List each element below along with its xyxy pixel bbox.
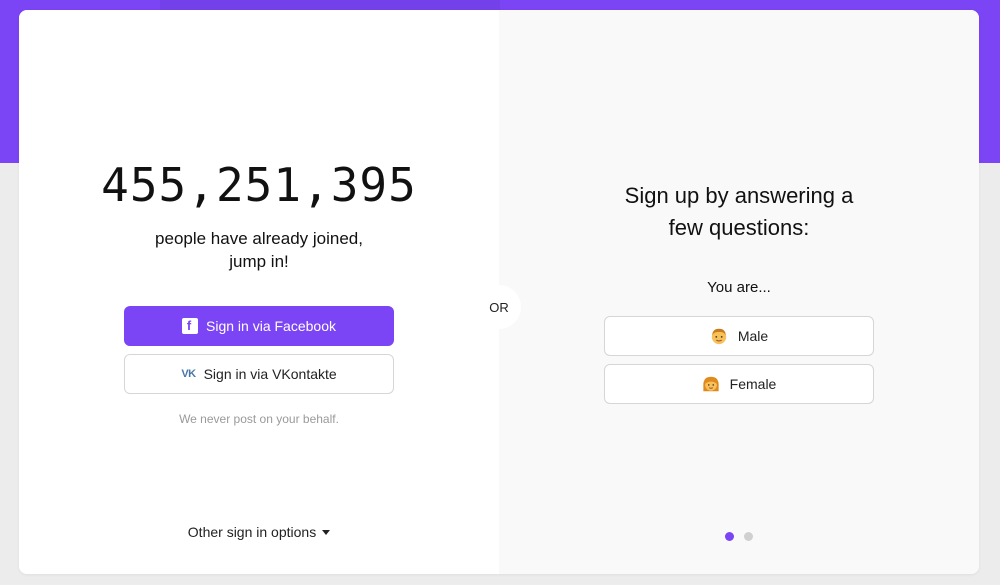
user-counter: 455,251,395 xyxy=(101,158,417,212)
male-option-label: Male xyxy=(737,328,769,344)
joined-text: people have already joined, jump in! xyxy=(19,227,499,273)
signup-title-line-2: few questions: xyxy=(668,215,810,240)
header-strip xyxy=(160,0,500,10)
man-emoji-icon xyxy=(711,328,727,345)
other-signin-options-label: Other sign in options xyxy=(187,524,317,540)
female-option-button[interactable]: Female xyxy=(604,364,874,404)
vkontakte-signin-button[interactable]: VK Sign in via VKontakte xyxy=(124,354,394,394)
vk-icon: VK xyxy=(181,368,196,380)
woman-emoji-icon xyxy=(702,376,719,392)
pagination-dots xyxy=(499,532,979,541)
male-option-button[interactable]: Male xyxy=(604,316,874,356)
pagination-dot-2[interactable] xyxy=(744,532,753,541)
gender-question: You are... xyxy=(707,279,771,296)
pagination-dot-1[interactable] xyxy=(725,532,734,541)
social-signin-panel: 455,251,395 people have already joined, … xyxy=(19,10,499,574)
questionnaire-panel: Sign up by answering a few questions: Yo… xyxy=(499,10,979,574)
signup-title-line-1: Sign up by answering a xyxy=(624,183,854,208)
caret-down-icon xyxy=(322,529,331,535)
female-option-label: Female xyxy=(729,376,777,392)
privacy-note: We never post on your behalf. xyxy=(179,412,339,426)
joined-line-1: people have already joined, xyxy=(155,229,363,248)
other-signin-options-toggle[interactable]: Other sign in options xyxy=(19,524,499,540)
facebook-signin-label: Sign in via Facebook xyxy=(206,318,336,334)
joined-line-2: jump in! xyxy=(229,252,289,271)
facebook-signin-button[interactable]: f Sign in via Facebook xyxy=(124,306,394,346)
signup-title: Sign up by answering a few questions: xyxy=(499,180,979,244)
or-divider: OR xyxy=(477,285,521,329)
signup-card: 455,251,395 people have already joined, … xyxy=(19,10,979,574)
facebook-icon: f xyxy=(182,318,199,334)
vkontakte-signin-label: Sign in via VKontakte xyxy=(203,366,337,382)
